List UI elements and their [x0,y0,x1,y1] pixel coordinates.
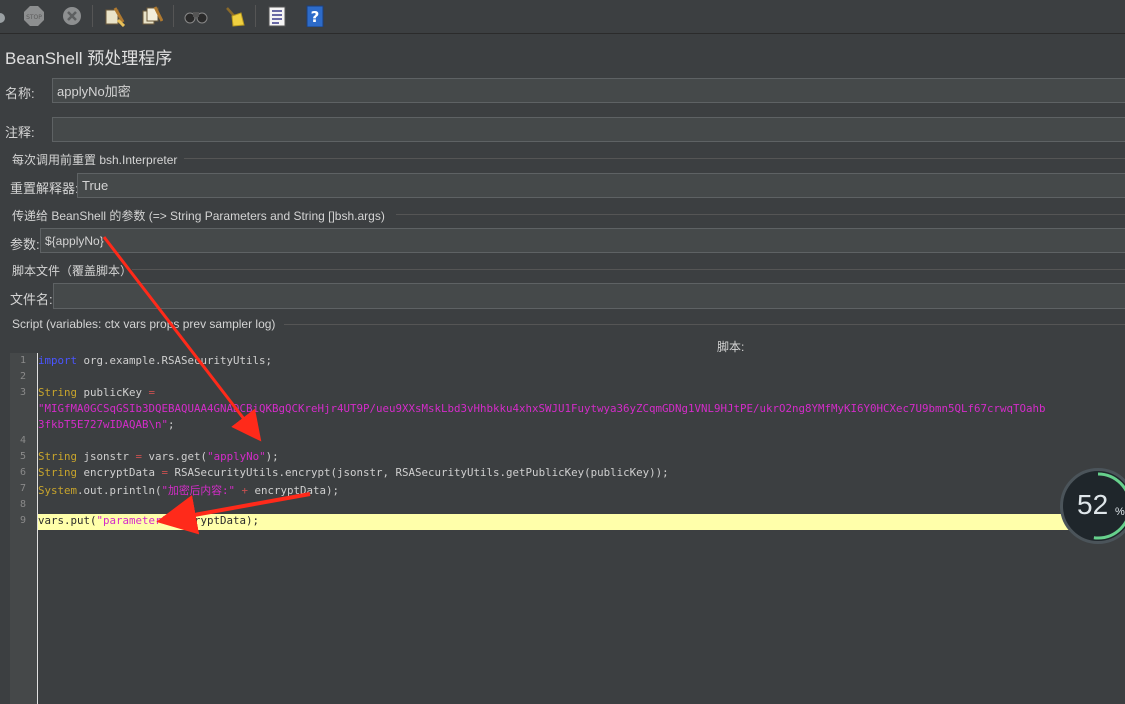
code-token: System [38,484,78,497]
progress-value: 52 [1077,489,1109,520]
line-number-gutter: 1 2 3 4 5 6 7 8 9 [10,353,37,704]
code-token: vars.put( [38,514,97,527]
shutdown-icon[interactable] [60,4,84,28]
params-label: 参数: [10,237,40,252]
toolbar-separator [173,5,174,27]
code-token: "加密后内容:" [161,484,236,497]
code-line-3-wrap: "MIGfMA0GCSqGSIb3DQEBAQUAA4GNADCBiQKBgQC… [38,402,1046,415]
code-token: String [38,466,78,479]
line-number: 3 [19,387,26,398]
reset-search-broom-icon[interactable] [222,4,246,28]
name-input[interactable]: applyNo加密 [52,78,1125,103]
svg-text:STOP: STOP [26,14,42,21]
code-line-5: String jsonstr = vars.get("applyNo"); [38,450,279,463]
run-icon[interactable] [0,4,12,28]
code-token: jsonstr [77,450,136,463]
function-helper-list-icon[interactable] [265,4,289,28]
script-editor[interactable]: 1 2 3 4 5 6 7 8 9 import org.example.RSA… [10,353,1125,704]
code-token: vars.get( [142,450,208,463]
clear-all-icon[interactable] [140,4,164,28]
comment-input[interactable] [52,117,1125,142]
toolbar: STOP ? [0,0,1125,34]
stop-icon[interactable]: STOP [22,4,46,28]
group-border [132,269,1125,270]
panel-title: BeanShell 预处理程序 [5,49,173,68]
code-token: encryptData); [254,484,340,497]
toolbar-separator [255,5,256,27]
name-label: 名称: [5,86,35,101]
file-group-title: 脚本文件（覆盖脚本） [12,264,133,278]
line-number: 5 [19,451,26,462]
reset-interpreter-select[interactable]: True [77,173,1125,198]
params-input[interactable]: ${applyNo} [40,228,1125,253]
line-number: 1 [19,355,26,366]
code-token: import [38,354,78,367]
code-token: ); [265,450,279,463]
toolbar-separator [92,5,93,27]
line-number: 6 [19,467,26,478]
help-icon[interactable]: ? [303,4,327,28]
code-token: RSASecurityUtils.encrypt(jsonstr, RSASec… [168,466,669,479]
comment-label: 注释: [5,125,35,140]
code-token: .out.println( [77,484,162,497]
line-number: 8 [19,499,26,510]
script-group-title: Script (variables: ctx vars props prev s… [12,317,276,331]
clear-icon[interactable] [102,4,126,28]
code-line-9: vars.put("parameter",encryptData); [38,514,259,527]
line-number: 9 [19,515,26,526]
line-number: 2 [19,371,26,382]
code-line-1: import org.example.RSASecurityUtils; [38,354,272,367]
line-number: 4 [19,435,26,446]
reset-group-title: 每次调用前重置 bsh.Interpreter [12,153,178,167]
code-token: "applyNo" [207,450,266,463]
code-token: encryptData [77,466,162,479]
code-token: String [38,386,78,399]
code-token: String [38,450,78,463]
code-token: org.example.RSASecurityUtils; [77,354,273,367]
code-token: = [148,386,156,399]
progress-unit: % [1115,506,1125,518]
params-group-title: 传递给 BeanShell 的参数 (=> String Parameters … [12,209,385,223]
code-token: + [235,484,255,497]
code-token: ; [168,418,175,431]
line-number: 7 [19,483,26,494]
code-line-6: String encryptData = RSASecurityUtils.en… [38,466,669,479]
code-line-7: System.out.println("加密后内容:" + encryptDat… [38,482,339,498]
code-token: 3fkbT5E727wIDAQAB\n" [38,418,169,431]
code-line-3: String publicKey = [38,386,155,399]
svg-text:?: ? [311,8,320,26]
filename-input[interactable] [53,283,1125,309]
group-border [184,158,1125,159]
code-token: "parameter" [96,514,169,527]
code-token: ,encryptData); [168,514,260,527]
search-binoculars-icon[interactable] [184,4,208,28]
group-border [396,214,1125,215]
code-line-3-wrap-end: 3fkbT5E727wIDAQAB\n"; [38,418,175,431]
filename-label: 文件名: [10,292,53,307]
code-token: publicKey [77,386,149,399]
progress-badge[interactable]: 52 % [1060,468,1125,544]
reset-interpreter-label: 重置解释器: [10,181,79,196]
group-border [284,324,1125,325]
